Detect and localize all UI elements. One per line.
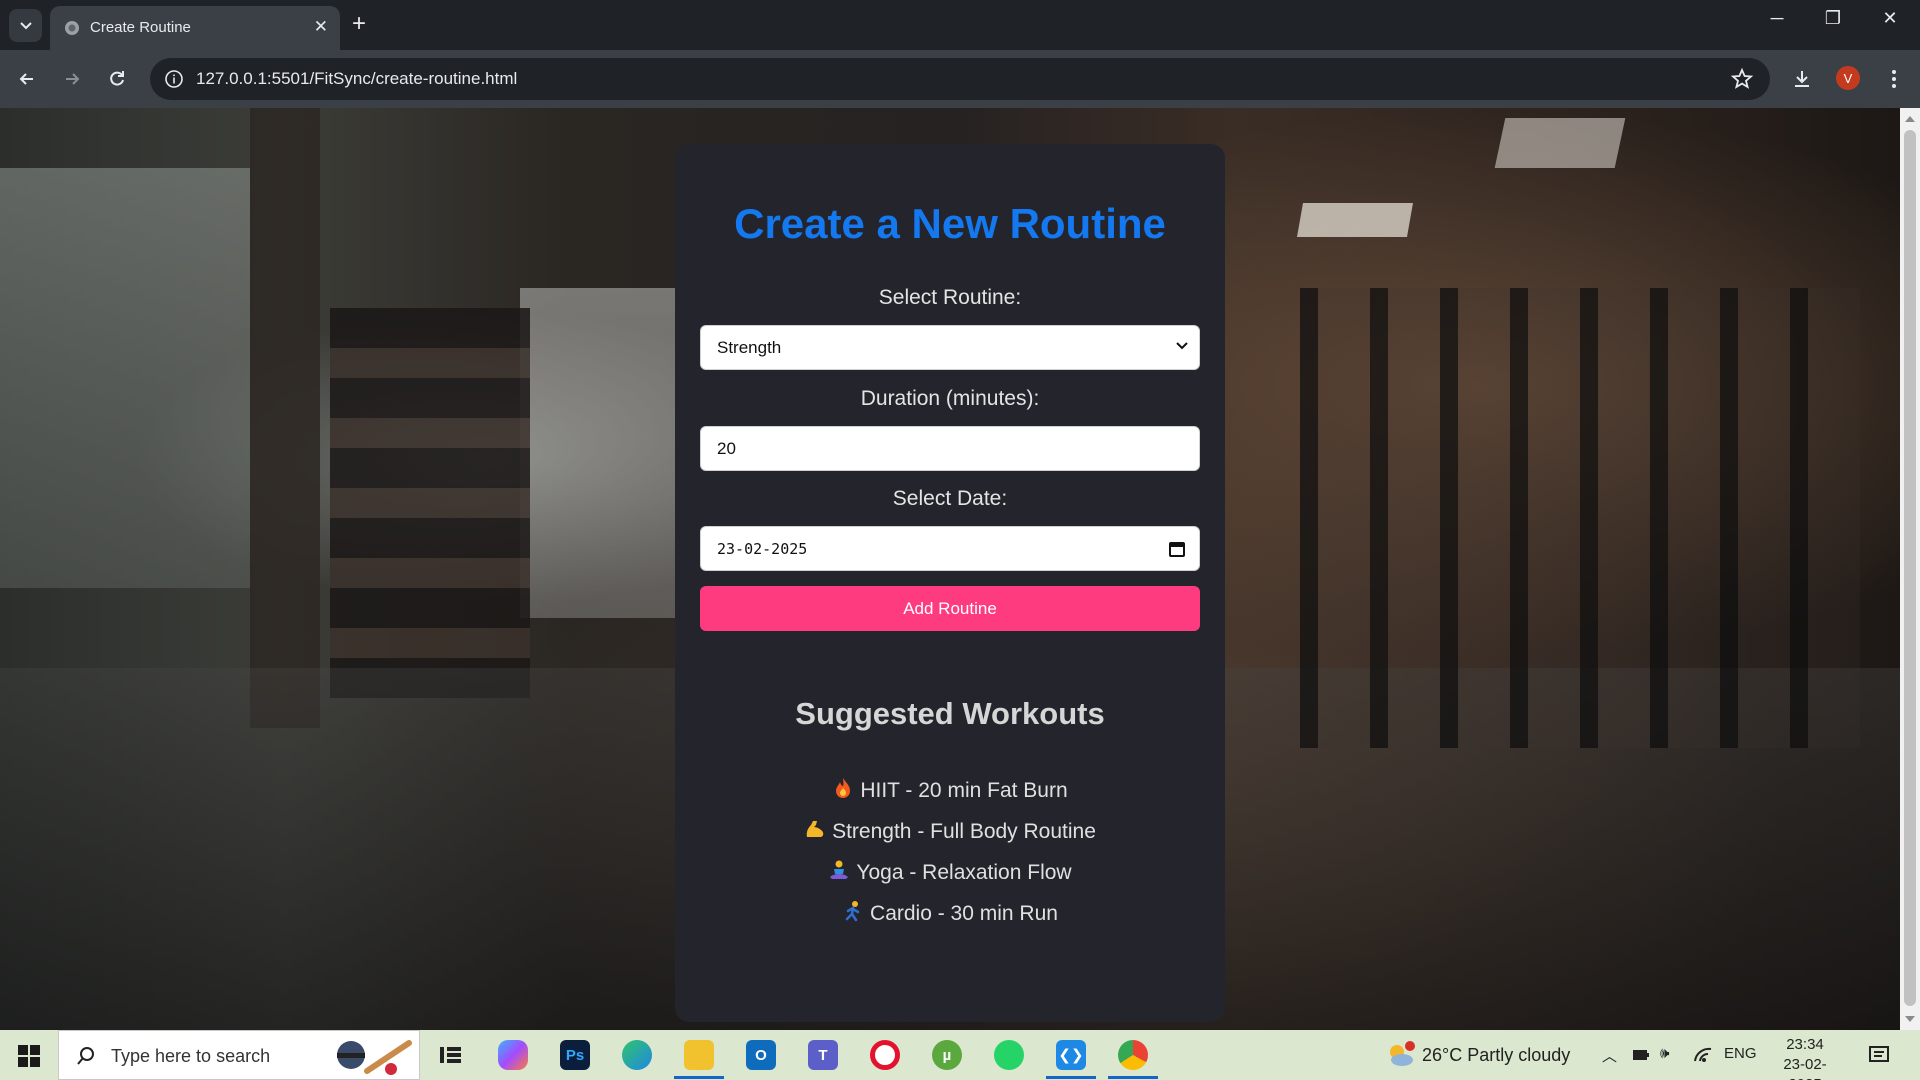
- file-explorer-active-indicator: [674, 1076, 724, 1079]
- notifications-icon[interactable]: [1868, 1044, 1890, 1066]
- reload-icon: [110, 71, 124, 86]
- taskbar-clock[interactable]: 23:34 23-02-2025: [1770, 1035, 1840, 1080]
- scroll-down-arrow-icon[interactable]: [1905, 1016, 1915, 1022]
- ceiling-light-photo-area: [1494, 118, 1626, 168]
- forward-button[interactable]: [57, 64, 87, 94]
- running-icon: [845, 901, 860, 922]
- create-routine-card: Create a New Routine Select Routine: Str…: [675, 144, 1225, 1022]
- close-tab-icon[interactable]: ✕: [314, 17, 328, 37]
- utorrent-icon[interactable]: µ: [932, 1040, 962, 1070]
- duration-input[interactable]: 20: [700, 426, 1200, 471]
- scrollbar-thumb[interactable]: [1904, 130, 1916, 1006]
- date-label: Select Date:: [892, 487, 1008, 510]
- browser-menu-button[interactable]: [1879, 64, 1909, 94]
- suggestion-text: Yoga - Relaxation Flow: [856, 861, 1072, 884]
- tab-search-button[interactable]: [9, 9, 42, 42]
- chevron-up-icon[interactable]: ︿: [1602, 1045, 1617, 1066]
- suggestion-text: HIIT - 20 min Fat Burn: [860, 779, 1068, 802]
- bookmark-star-icon[interactable]: [1730, 67, 1754, 91]
- new-tab-button[interactable]: +: [352, 10, 366, 38]
- gym-window-photo-area: [520, 288, 680, 618]
- profile-avatar[interactable]: V: [1836, 66, 1860, 90]
- calendar-icon[interactable]: [1167, 539, 1187, 559]
- windows-start-icon[interactable]: [18, 1045, 40, 1067]
- back-button[interactable]: [12, 64, 42, 94]
- browser-tab[interactable]: Create Routine ✕: [50, 6, 340, 50]
- date-input[interactable]: 23-02-2025: [700, 526, 1200, 571]
- dumbbell-rack-photo-area: [330, 308, 530, 698]
- outlook-icon[interactable]: O: [746, 1040, 776, 1070]
- squat-rack-photo-area: [1300, 288, 1860, 748]
- browser-toolbar: 127.0.0.1:5501/FitSync/create-routine.ht…: [0, 50, 1920, 108]
- minimize-button[interactable]: ─: [1757, 8, 1797, 29]
- vscode-active-indicator: [1046, 1076, 1096, 1079]
- whatsapp-icon[interactable]: [994, 1040, 1024, 1070]
- reload-button[interactable]: [102, 64, 132, 94]
- photoshop-icon[interactable]: Ps: [560, 1040, 590, 1070]
- partly-cloudy-weather-icon[interactable]: [1384, 1040, 1416, 1070]
- browser-tab-bar: Create Routine ✕ + ─ ❐ ✕: [0, 0, 1920, 50]
- weather-text[interactable]: 26°C Partly cloudy: [1422, 1045, 1570, 1066]
- chevron-down-icon: [19, 21, 32, 29]
- download-icon: [1795, 71, 1809, 87]
- taskbar-search-placeholder: Type here to search: [111, 1046, 271, 1066]
- routine-select[interactable]: Strength: [700, 325, 1200, 370]
- copilot-icon[interactable]: [498, 1040, 528, 1070]
- chrome-browser-icon[interactable]: [1118, 1040, 1148, 1070]
- chrome-active-indicator: [1108, 1076, 1158, 1079]
- clock-time: 23:34: [1786, 1036, 1824, 1053]
- restore-button[interactable]: ❐: [1813, 8, 1853, 29]
- search-highlight-cricket-icon: [337, 1040, 412, 1075]
- downloads-button[interactable]: [1787, 64, 1817, 94]
- edge-browser-icon[interactable]: [622, 1040, 652, 1070]
- tab-title: Create Routine: [90, 19, 191, 36]
- meditation-icon: [830, 860, 849, 879]
- scroll-up-arrow-icon[interactable]: [1905, 116, 1915, 122]
- gym-window-photo-area: [0, 168, 250, 588]
- close-window-button[interactable]: ✕: [1870, 8, 1910, 29]
- date-input-value: 23-02-2025: [717, 540, 808, 558]
- suggestion-item: Yoga - Relaxation Flow: [675, 859, 1225, 885]
- volume-icon[interactable]: 🕪: [1660, 1045, 1669, 1062]
- routine-select-value: Strength: [717, 338, 782, 357]
- chevron-down-icon: [1176, 342, 1188, 350]
- arrow-right-icon: [66, 73, 80, 85]
- taskbar-search-box[interactable]: Type here to search: [58, 1030, 420, 1080]
- gym-pillar-photo-area: [250, 108, 320, 728]
- add-routine-button[interactable]: Add Routine: [700, 586, 1200, 631]
- arrow-left-icon: [19, 73, 33, 85]
- globe-icon: [65, 21, 79, 35]
- teams-icon[interactable]: T: [808, 1040, 838, 1070]
- ceiling-light-photo-area: [1297, 203, 1413, 237]
- windows-taskbar: Type here to search Ps O T µ ❮❯ 26°C Par…: [0, 1030, 1920, 1080]
- opera-browser-icon[interactable]: [870, 1040, 900, 1070]
- vscode-icon[interactable]: ❮❯: [1056, 1040, 1086, 1070]
- more-vertical-icon: [1892, 70, 1896, 88]
- address-bar[interactable]: 127.0.0.1:5501/FitSync/create-routine.ht…: [150, 58, 1770, 100]
- duration-input-value: 20: [717, 439, 736, 458]
- routine-select-label: Select Routine:: [878, 286, 1022, 309]
- url-text[interactable]: 127.0.0.1:5501/FitSync/create-routine.ht…: [196, 69, 517, 89]
- language-indicator[interactable]: ENG: [1724, 1045, 1757, 1062]
- file-explorer-icon[interactable]: [684, 1040, 714, 1070]
- suggested-workouts-heading: Suggested Workouts: [795, 696, 1105, 731]
- page-title: Create a New Routine: [734, 200, 1166, 247]
- suggestion-item: Cardio - 30 min Run: [675, 900, 1225, 926]
- flexed-biceps-icon: [806, 821, 824, 837]
- suggestion-text: Cardio - 30 min Run: [870, 902, 1058, 925]
- suggestion-item: Strength - Full Body Routine: [675, 818, 1225, 844]
- fire-icon: [836, 778, 851, 798]
- info-icon[interactable]: [164, 69, 184, 89]
- duration-label: Duration (minutes):: [860, 387, 1040, 410]
- suggestion-text: Strength - Full Body Routine: [832, 820, 1096, 843]
- suggestion-item: HIIT - 20 min Fat Burn: [675, 777, 1225, 803]
- task-view-icon[interactable]: [436, 1040, 466, 1070]
- battery-icon[interactable]: [1632, 1046, 1650, 1064]
- clock-date: 23-02-2025: [1783, 1056, 1827, 1080]
- wifi-icon[interactable]: [1693, 1047, 1713, 1063]
- page-scrollbar[interactable]: [1900, 108, 1920, 1030]
- search-icon: [77, 1047, 94, 1065]
